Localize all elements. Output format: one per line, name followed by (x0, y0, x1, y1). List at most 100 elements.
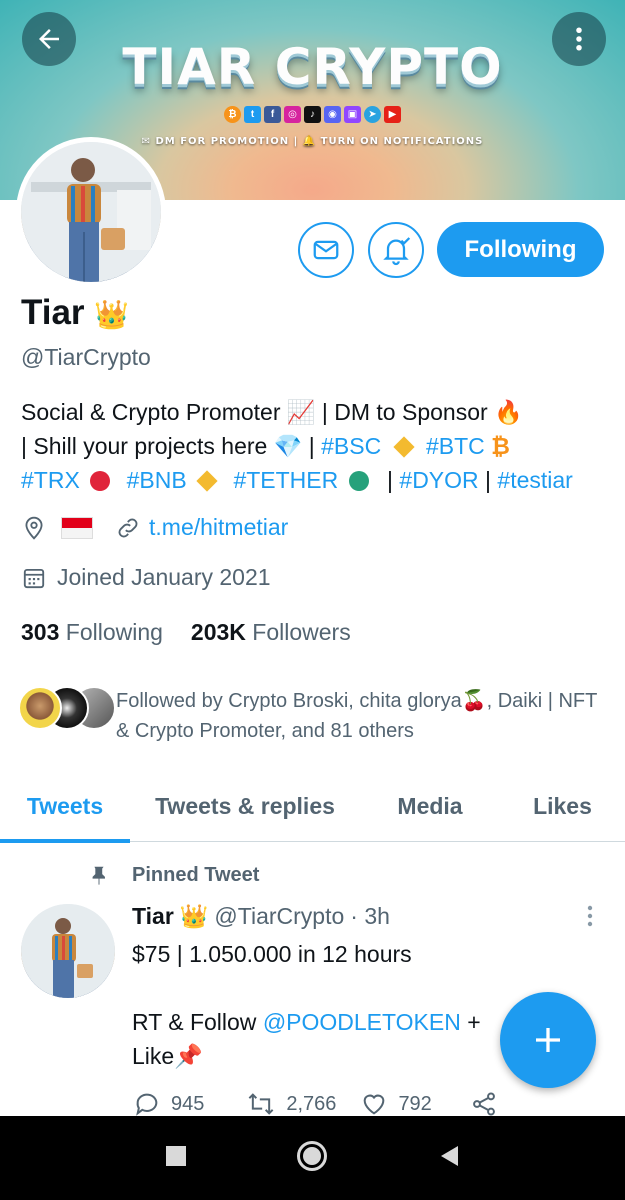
tweet-header: Tiar 👑 @TiarCrypto · 3h (132, 903, 390, 930)
tweet-text-segment: RT & Follow (132, 1009, 263, 1035)
back-nav-button[interactable] (438, 1144, 460, 1173)
hashtag-tether[interactable]: #TETHER (233, 467, 338, 493)
reply-icon (136, 1093, 158, 1116)
vertical-dots-icon (587, 905, 593, 927)
location-pin-icon (25, 516, 43, 540)
reply-count: 945 (171, 1092, 205, 1115)
vertical-dots-icon (576, 27, 582, 51)
followers-label: Followers (252, 619, 351, 645)
mention-link[interactable]: @POODLETOKEN (263, 1009, 461, 1035)
profile-name: Tiar 👑 (21, 293, 129, 333)
avatar (18, 686, 62, 730)
joined-date: Joined January 2021 (57, 564, 271, 590)
followed-by-row[interactable]: Followed by Crypto Broski, chita glorya🍒… (18, 686, 608, 746)
follow-stats: 303 Following 203K Followers (21, 619, 351, 646)
youtube-icon: ▶ (384, 106, 401, 123)
bell-check-icon (383, 237, 411, 266)
hashtag-bsc[interactable]: #BSC (321, 433, 381, 459)
link-icon (118, 518, 138, 537)
banner-title: TIAR CRYPTO (122, 38, 503, 96)
retweet-icon (249, 1093, 274, 1115)
like-button[interactable]: 792 (360, 1090, 432, 1118)
followed-by-text: Followed by Crypto Broski, chita glorya🍒… (116, 690, 597, 742)
share-icon (472, 1092, 495, 1116)
circle-icon (297, 1140, 328, 1171)
following-label: Following (65, 619, 163, 645)
profile-name-text: Tiar (21, 293, 85, 332)
heart-icon (364, 1094, 385, 1115)
system-navigation-bar (0, 1116, 625, 1200)
followed-by-avatars (18, 686, 116, 730)
message-button[interactable] (298, 222, 354, 278)
tab-media[interactable]: Media (360, 770, 500, 842)
back-button[interactable] (22, 12, 76, 66)
like-count: 792 (398, 1092, 432, 1115)
tron-icon (90, 471, 111, 491)
bio-line-1: Social & Crypto Promoter 📈 | DM to Spons… (21, 399, 523, 425)
pinned-tweet-header: Pinned Tweet (88, 863, 259, 887)
tweet-author-avatar[interactable] (21, 904, 115, 998)
envelope-icon (313, 240, 339, 260)
crown-badge-icon: 👑 (179, 903, 209, 929)
twitch-icon: ▣ (344, 106, 361, 123)
home-button[interactable] (296, 1140, 328, 1177)
separator: | (485, 467, 492, 493)
twitter-icon: t (244, 106, 261, 123)
square-icon (165, 1145, 186, 1166)
bitcoin-icon: ₿ (491, 433, 510, 459)
bio-line-3: #TRX #BNB #TETHER | #DYOR | #testiar (21, 463, 611, 497)
tiktok-icon: ♪ (304, 106, 321, 123)
bitcoin-icon: ₿ (224, 106, 241, 123)
followers-count: 203K (190, 619, 246, 645)
retweet-button[interactable]: 2,766 (246, 1090, 336, 1118)
profile-tabs: Tweets Tweets & replies Media Likes (0, 770, 625, 843)
profile-joined-row: Joined January 2021 (21, 564, 271, 591)
more-options-button[interactable] (552, 12, 606, 66)
tweet-author-name[interactable]: Tiar (132, 903, 174, 930)
profile-bio: Social & Crypto Promoter 📈 | DM to Spons… (21, 395, 611, 497)
hashtag-bnb[interactable]: #BNB (127, 467, 187, 493)
tweet-author-handle[interactable]: @TiarCrypto (214, 903, 344, 930)
share-button[interactable] (470, 1090, 498, 1118)
notifications-button[interactable] (368, 222, 424, 278)
location-flag (61, 516, 93, 539)
discord-icon: ◉ (324, 106, 341, 123)
bnb-icon (392, 436, 415, 458)
tweet-text-segment: + (460, 1009, 481, 1035)
avatar-photo (21, 142, 161, 282)
recents-button[interactable] (165, 1145, 187, 1172)
hashtag-btc[interactable]: #BTC (426, 433, 485, 459)
hashtag-trx[interactable]: #TRX (21, 467, 80, 493)
triangle-back-icon (441, 1145, 459, 1166)
following-stat[interactable]: 303 Following (21, 619, 163, 646)
tweet-more-button[interactable] (580, 903, 600, 934)
avatar-photo (21, 904, 115, 998)
pin-icon (92, 866, 105, 886)
tab-tweets[interactable]: Tweets (0, 770, 130, 843)
tether-icon (348, 471, 369, 491)
following-count: 303 (21, 619, 60, 645)
banner-social-icons: ₿ t f ◎ ♪ ◉ ▣ ➤ ▶ (0, 106, 625, 123)
tweet-actions: 945 2,766 792 (133, 1090, 498, 1118)
tweet-line: RT & Follow @POODLETOKEN + (132, 1005, 532, 1039)
tweet-line: Like📌 (132, 1043, 203, 1069)
website-link[interactable]: t.me/hitmetiar (149, 514, 288, 541)
reply-button[interactable]: 945 (133, 1090, 204, 1118)
tweet-line: $75 | 1.050.000 in 12 hours (132, 941, 412, 967)
plus-icon (536, 1028, 560, 1052)
hashtag-dyor[interactable]: #DYOR (399, 467, 478, 493)
calendar-icon (23, 568, 45, 588)
profile-avatar[interactable] (16, 137, 166, 287)
bio-line-2: | Shill your projects here 💎 | #BSC #BTC… (21, 429, 611, 463)
tab-tweets-replies[interactable]: Tweets & replies (130, 770, 360, 842)
followers-stat[interactable]: 203K Followers (191, 619, 351, 646)
compose-tweet-button[interactable] (500, 992, 596, 1088)
telegram-icon: ➤ (364, 106, 381, 123)
following-button[interactable]: Following (437, 222, 604, 277)
tab-likes[interactable]: Likes (500, 770, 625, 842)
profile-location-row: t.me/hitmetiar (21, 514, 288, 541)
arrow-left-icon (39, 29, 59, 49)
hashtag-testiar[interactable]: #testiar (497, 467, 572, 493)
tweet-text: $75 | 1.050.000 in 12 hours RT & Follow … (132, 937, 532, 1073)
profile-handle: @TiarCrypto (21, 344, 151, 370)
